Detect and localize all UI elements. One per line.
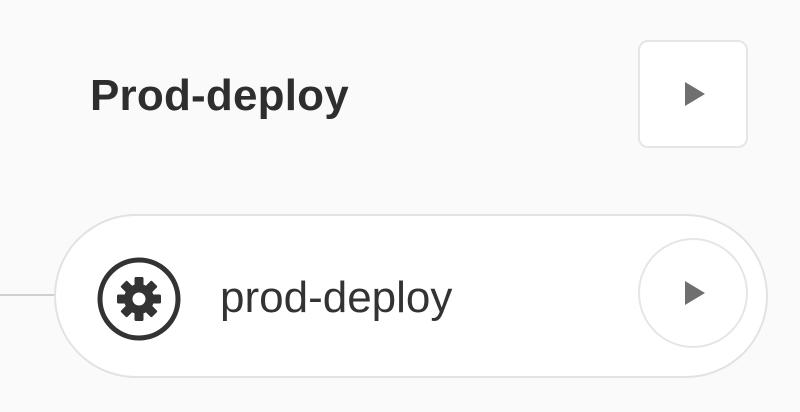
gear-icon [97,257,181,341]
job-run-button[interactable] [638,238,748,348]
job-pill[interactable]: prod-deploy [54,214,768,378]
play-icon [685,82,705,106]
job-name: prod-deploy [220,273,453,322]
pipeline-graph: Prod-deploy prod-deploy [0,0,800,412]
play-icon [685,281,705,305]
stage-run-button[interactable] [638,40,748,148]
connector-line [0,294,56,296]
stage-title: Prod-deploy [90,71,349,120]
